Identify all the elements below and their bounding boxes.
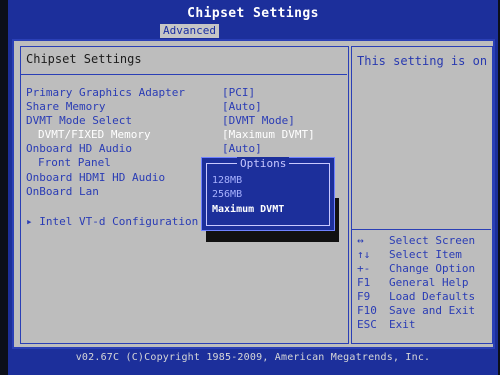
section-title: Chipset Settings — [26, 52, 142, 66]
copyright-footer: v02.67C (C)Copyright 1985-2009, American… — [75, 352, 431, 363]
setting-label: Onboard HD Audio — [26, 142, 132, 155]
key-row: F9 Load Defaults — [357, 290, 475, 304]
setting-value-onboard-hd-audio[interactable]: [Auto] — [222, 142, 262, 155]
setting-label: Onboard HDMI HD Audio — [26, 171, 166, 184]
options-popup-title: Options — [237, 157, 290, 170]
options-popup: Options 128MB 256MB Maximum DVMT — [201, 157, 335, 231]
help-text: This setting is only — [357, 54, 487, 68]
setting-label: DVMT/FIXED Memory — [38, 128, 151, 141]
key-action: Change Option — [389, 262, 476, 275]
key-name: F1 — [357, 276, 371, 289]
tab-advanced[interactable]: Advanced — [160, 24, 219, 38]
submenu-arrow-icon: ▸ — [26, 215, 33, 228]
submenu-label: Intel VT-d Configuration — [39, 215, 199, 228]
setting-row-onboard-hdmi-hd-audio[interactable]: Onboard HDMI HD Audio — [26, 171, 165, 184]
section-divider — [20, 74, 347, 75]
setting-row-dvmt-fixed-memory[interactable]: DVMT/FIXED Memory — [38, 128, 151, 141]
key-name: ESC — [357, 318, 377, 331]
key-name: +- — [357, 262, 371, 275]
option-128mb[interactable]: 128MB — [212, 175, 242, 186]
key-row: ↑↓ Select Item — [357, 248, 475, 262]
key-row: F10 Save and Exit — [357, 304, 475, 318]
setting-label: Share Memory — [26, 100, 106, 113]
window-title: Chipset Settings — [187, 6, 319, 21]
setting-label: Front Panel — [38, 156, 111, 169]
setting-label: DVMT Mode Select — [26, 114, 132, 127]
option-256mb[interactable]: 256MB — [212, 189, 242, 200]
key-name: F10 — [357, 304, 377, 317]
setting-value-dvmt-fixed-memory[interactable]: [Maximum DVMT] — [222, 128, 315, 141]
key-legend: ↔ Select Screen ↑↓ Select Item +- Change Op… — [357, 234, 475, 332]
key-name: ↔ — [357, 234, 364, 247]
option-maximum-dvmt[interactable]: Maximum DVMT — [212, 204, 284, 215]
key-row: +- Change Option — [357, 262, 475, 276]
help-divider — [351, 229, 491, 230]
setting-row-dvmt-mode-select[interactable]: DVMT Mode Select — [26, 114, 132, 127]
setting-label: OnBoard Lan — [26, 185, 99, 198]
key-action: Select Screen — [389, 234, 476, 247]
setting-value-primary-graphics-adapter[interactable]: [PCI] — [222, 86, 255, 99]
setting-row-front-panel[interactable]: Front Panel — [38, 156, 111, 169]
key-row: ↔ Select Screen — [357, 234, 475, 248]
setting-value-dvmt-mode-select[interactable]: [DVMT Mode] — [222, 114, 295, 127]
key-name: F9 — [357, 290, 371, 303]
setting-row-primary-graphics-adapter[interactable]: Primary Graphics Adapter — [26, 86, 185, 99]
setting-value-share-memory[interactable]: [Auto] — [222, 100, 262, 113]
bios-screen: Chipset Settings Advanced Chipset Settin… — [8, 0, 498, 375]
key-row: ESC Exit — [357, 318, 475, 332]
submenu-intel-vt-d-configuration[interactable]: ▸ Intel VT-d Configuration — [26, 215, 198, 228]
setting-row-share-memory[interactable]: Share Memory — [26, 100, 105, 113]
key-action: Load Defaults — [389, 290, 476, 303]
key-action: General Help — [389, 276, 469, 289]
setting-label: Primary Graphics Adapter — [26, 86, 185, 99]
key-action: Save and Exit — [389, 304, 476, 317]
key-name: ↑↓ — [357, 248, 371, 261]
setting-row-onboard-hd-audio[interactable]: Onboard HD Audio — [26, 142, 132, 155]
setting-row-onboard-lan[interactable]: OnBoard Lan — [26, 185, 99, 198]
key-row: F1 General Help — [357, 276, 475, 290]
key-action: Exit — [389, 318, 416, 331]
key-action: Select Item — [389, 248, 462, 261]
